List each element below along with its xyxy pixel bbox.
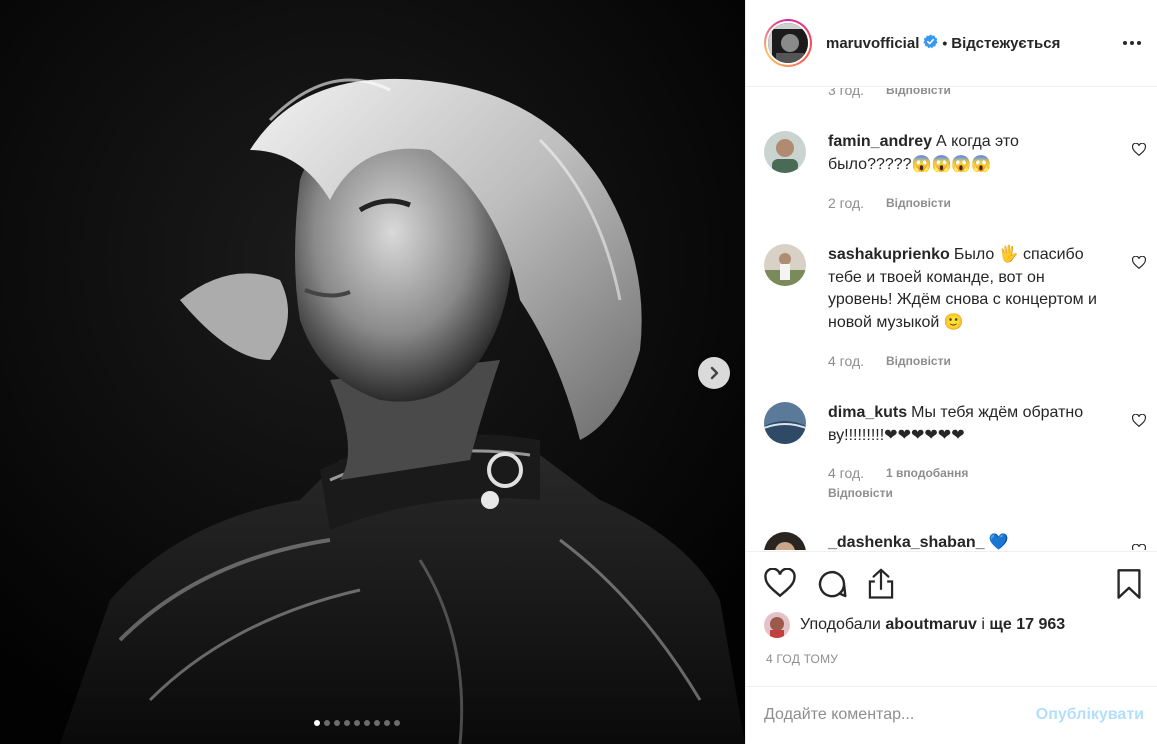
carousel-indicator [314, 720, 400, 726]
commenter-avatar[interactable] [764, 131, 806, 173]
author-avatar[interactable] [764, 19, 812, 67]
following-button[interactable]: Відстежується [951, 35, 1060, 52]
comment-text-block: _dashenka_shaban_ 💙 [828, 532, 1102, 550]
next-slide-button[interactable] [698, 357, 730, 389]
comment-time: 2 год. [828, 195, 865, 211]
comments-list[interactable]: 3 год. Відповісти famin_andrey А когда эт… [746, 88, 1157, 550]
author-username[interactable]: maruvofficial [826, 35, 919, 52]
carousel-dot [394, 720, 400, 726]
chevron-right-icon [710, 366, 719, 380]
carousel-dot [344, 720, 350, 726]
comment-text-block: sashakuprienko Было 🖐 спасибо тебе и твое… [828, 244, 1102, 334]
comment-time: 3 год. [828, 88, 865, 98]
carousel-dot [384, 720, 390, 726]
comment-time: 4 год. [828, 353, 865, 369]
comment-meta: 3 год. Відповісти [828, 88, 951, 98]
avatar-image [768, 23, 808, 63]
comment-text: 💙 [988, 534, 1009, 550]
more-options-icon[interactable] [1122, 33, 1142, 49]
carousel-dot [364, 720, 370, 726]
like-comment-heart-icon[interactable] [1131, 543, 1147, 550]
likes-count[interactable]: ще 17 963 [989, 616, 1065, 634]
reply-button[interactable]: Відповісти [886, 196, 951, 210]
comment-text-block: famin_andrey А когда это было?????😱😱😱😱 [828, 131, 1102, 176]
comment-meta: 2 год. Відповісти [828, 195, 951, 211]
liker-username[interactable]: aboutmaruv [885, 616, 977, 634]
comment-time: 4 год. [828, 465, 865, 481]
carousel-dot [334, 720, 340, 726]
photo-image [0, 0, 745, 744]
comment-text-block: dima_kuts Мы тебя ждём обратно ву!!!!!!!!… [828, 402, 1102, 447]
likes-summary: Уподобали aboutmaruv і ще 17 963 [764, 611, 1065, 639]
reply-button[interactable]: Відповісти [828, 486, 893, 500]
commenter-username[interactable]: famin_andrey [828, 133, 932, 150]
likes-and: і [981, 616, 985, 633]
commenter-username[interactable]: dima_kuts [828, 404, 907, 421]
comment-input[interactable] [764, 703, 1024, 727]
share-icon[interactable] [866, 568, 896, 603]
carousel-dot [354, 720, 360, 726]
publish-button[interactable]: Опублікувати [1036, 706, 1144, 724]
like-heart-icon[interactable] [764, 567, 796, 601]
add-comment-section: Опублікувати [746, 686, 1157, 744]
comment-likes-count[interactable]: 1 вподобання [886, 466, 968, 480]
like-comment-heart-icon[interactable] [1131, 255, 1147, 272]
post-photo[interactable] [0, 0, 745, 744]
like-comment-heart-icon[interactable] [1131, 142, 1147, 159]
reply-button[interactable]: Відповісти [886, 354, 951, 368]
save-bookmark-icon[interactable] [1116, 568, 1142, 603]
post-timestamp[interactable]: 4 ГОД ТОМУ [766, 652, 838, 666]
carousel-dot [324, 720, 330, 726]
post-actions-bar [746, 551, 1157, 611]
verified-badge-icon [923, 34, 938, 52]
carousel-dot [374, 720, 380, 726]
header-separator: • [942, 35, 948, 51]
commenter-avatar[interactable] [764, 532, 806, 550]
likes-prefix: Уподобали [800, 616, 881, 633]
liker-avatar[interactable] [764, 612, 790, 638]
commenter-username[interactable]: sashakuprienko [828, 246, 950, 263]
like-comment-heart-icon[interactable] [1131, 413, 1147, 430]
carousel-dot [314, 720, 320, 726]
post-header: maruvofficial • Відстежується [746, 0, 1157, 87]
comment-meta: 4 год. Відповісти [828, 353, 951, 369]
reply-button[interactable]: Відповісти [886, 88, 951, 97]
post-sidebar: maruvofficial • Відстежується 3 год. Від… [745, 0, 1157, 744]
commenter-avatar[interactable] [764, 402, 806, 444]
comment-bubble-icon[interactable] [816, 568, 848, 603]
commenter-avatar[interactable] [764, 244, 806, 286]
commenter-username[interactable]: _dashenka_shaban_ [828, 534, 985, 550]
comment-meta: 4 год. 1 вподобання [828, 465, 968, 481]
instagram-post: maruvofficial • Відстежується 3 год. Від… [0, 0, 1157, 744]
